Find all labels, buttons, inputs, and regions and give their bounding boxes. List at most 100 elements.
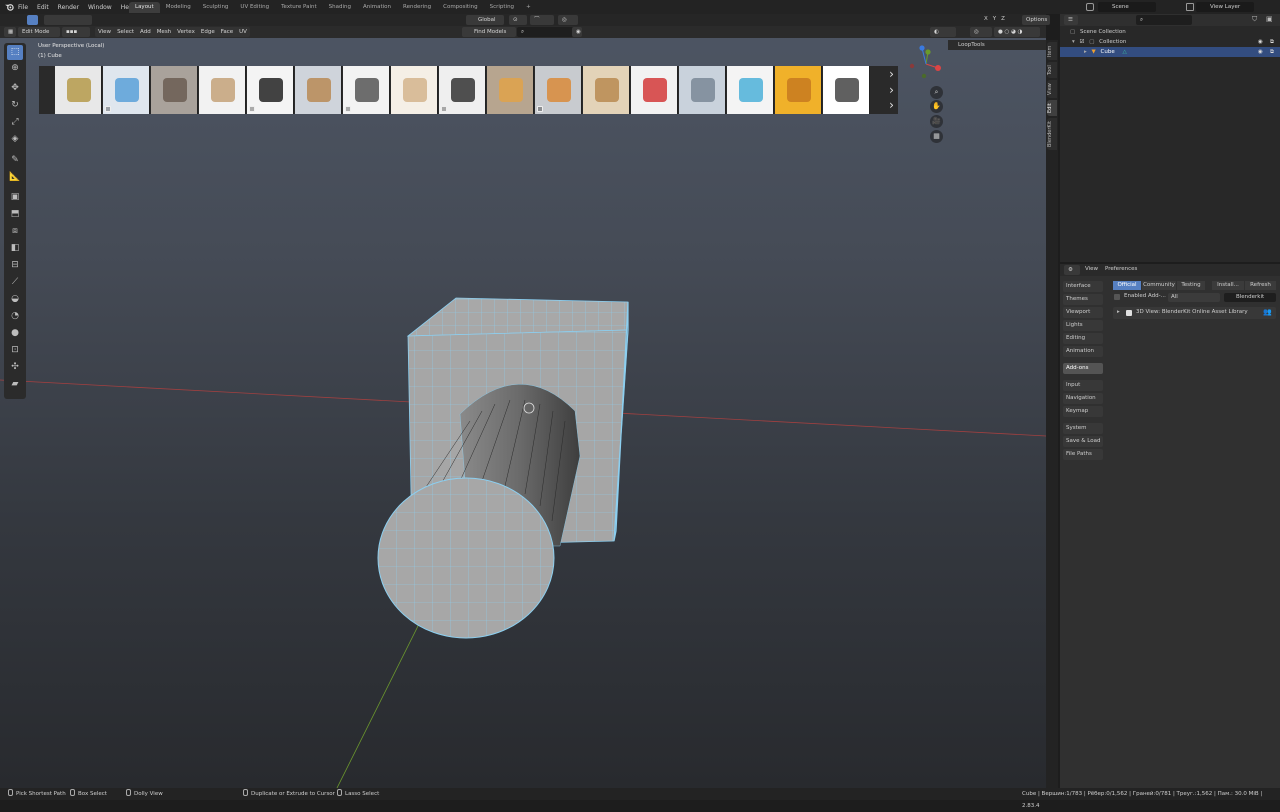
outliner-scene-collection[interactable]: ▢ Scene Collection	[1060, 27, 1280, 37]
visibility-icon[interactable]: ◐	[930, 27, 956, 37]
menu-file[interactable]: File	[18, 4, 28, 11]
asset-thumbnail-wooden-shelf[interactable]	[391, 66, 438, 114]
loop-cut-tool-icon[interactable]: ⊟	[7, 258, 23, 273]
asset-thumbnail-curved-shelf[interactable]	[199, 66, 246, 114]
mode-dropdown[interactable]: Edit Mode	[18, 27, 60, 37]
options-dropdown[interactable]: Options	[1022, 15, 1050, 25]
bevel-tool-icon[interactable]: ◧	[7, 241, 23, 256]
menu-select[interactable]: Select	[114, 29, 137, 35]
cube-render-icon[interactable]: ⧉	[1270, 47, 1274, 57]
prefs-nav-themes[interactable]: Themes	[1063, 294, 1103, 305]
outliner-search-input[interactable]: ⌕	[1136, 15, 1192, 25]
menu-add[interactable]: Add	[137, 29, 154, 35]
expand-arrow-icon[interactable]: ▸	[1117, 309, 1120, 315]
prefs-nav-viewport[interactable]: Viewport	[1063, 307, 1103, 318]
blender-logo-icon[interactable]	[5, 3, 14, 11]
find-models-button[interactable]: Find Models	[462, 27, 516, 37]
prefs-nav-keymap[interactable]: Keymap	[1063, 406, 1103, 417]
edge-slide-tool-icon[interactable]: ⊡	[7, 343, 23, 358]
outliner-editor-type-icon[interactable]: ☰	[1064, 15, 1078, 25]
tab-layout[interactable]: Layout	[129, 2, 160, 13]
asset-thumbnail-room-interior[interactable]	[151, 66, 198, 114]
asset-thumbnail-tv-monitor[interactable]	[247, 66, 294, 114]
prefs-nav-animation[interactable]: Animation	[1063, 346, 1103, 357]
side-tab-view[interactable]: View	[1047, 80, 1057, 98]
3d-viewport[interactable]: User Perspective (Local) (1) Cube	[0, 26, 1046, 788]
prefs-nav-interface[interactable]: Interface	[1063, 281, 1103, 292]
transform-tool-icon[interactable]: ◈	[7, 132, 23, 147]
tab-shading[interactable]: Shading	[323, 2, 357, 13]
select-mode-icons[interactable]: ▪▪▪	[62, 27, 90, 37]
asset-search-input[interactable]: ⌕	[517, 27, 575, 37]
cursor-tool-icon[interactable]: ⊕	[7, 61, 23, 76]
asset-thumbnail-volleyball[interactable]	[631, 66, 678, 114]
tab-modeling[interactable]: Modeling	[160, 2, 197, 13]
addon-search-input[interactable]: Blenderkit	[1224, 293, 1276, 302]
menu-vertex[interactable]: Vertex	[174, 29, 198, 35]
prefs-nav-lights[interactable]: Lights	[1063, 320, 1103, 331]
install-button[interactable]: Install...	[1212, 281, 1244, 290]
pan-hand-icon[interactable]: ✋	[930, 100, 943, 113]
asset-thumbnail-candy-bowl[interactable]	[727, 66, 774, 114]
shear-tool-icon[interactable]: ▰	[7, 377, 23, 392]
filter-icon[interactable]: ⛉	[1252, 15, 1257, 24]
asset-bar-last-icon[interactable]: ›	[885, 98, 898, 112]
asset-thumbnail-pipe-fitting[interactable]	[679, 66, 726, 114]
tab-rendering[interactable]: Rendering	[397, 2, 437, 13]
menu-face[interactable]: Face	[218, 29, 236, 35]
menu-uv[interactable]: UV	[236, 29, 250, 35]
overlay-icon[interactable]: ◎	[970, 27, 992, 37]
move-tool-icon[interactable]: ✥	[7, 81, 23, 96]
asset-thumbnail-coat-hanger[interactable]	[535, 66, 582, 114]
side-tab-edit[interactable]: Edit	[1047, 100, 1057, 116]
proportional-edit-icon[interactable]: ◎	[558, 15, 578, 25]
prefs-nav-navigation[interactable]: Navigation	[1063, 393, 1103, 404]
tab-sculpting[interactable]: Sculpting	[197, 2, 235, 13]
shrink-fatten-tool-icon[interactable]: ✣	[7, 360, 23, 375]
spin-tool-icon[interactable]: ◔	[7, 309, 23, 324]
prefs-nav-file-paths[interactable]: File Paths	[1063, 449, 1103, 460]
view-layer-selector[interactable]: View Layer	[1196, 2, 1254, 12]
looptools-panel[interactable]: LoopTools	[948, 40, 1046, 50]
zoom-icon[interactable]: ⌕	[930, 86, 943, 99]
cube-mesh[interactable]	[370, 297, 629, 646]
asset-thumbnail-tray-table[interactable]	[439, 66, 486, 114]
tab-animation[interactable]: Animation	[357, 2, 397, 13]
gizmo-z-axis[interactable]	[919, 45, 925, 51]
prefs-nav-add-ons[interactable]: Add-ons	[1063, 363, 1103, 374]
expand-arrow-icon[interactable]: ▾	[1072, 39, 1075, 45]
segment-community[interactable]: Community	[1142, 281, 1176, 290]
asset-thumbnail-pressure-gauges[interactable]	[55, 66, 102, 114]
select-box-tool-icon[interactable]: ⬚	[7, 45, 23, 60]
gizmo-x-axis[interactable]	[935, 65, 941, 71]
segment-testing[interactable]: Testing	[1177, 281, 1205, 290]
editor-type-icon[interactable]: ▦	[4, 27, 16, 37]
new-collection-icon[interactable]: ▣	[1266, 15, 1273, 23]
side-tab-blenderkit[interactable]: BlenderKit	[1047, 118, 1057, 150]
add-workspace-icon[interactable]: +	[520, 2, 537, 13]
collection-render-icon[interactable]: ⧉	[1270, 37, 1274, 47]
addon-row[interactable]: ▸ 3D View: BlenderKit Online Asset Libra…	[1113, 307, 1276, 319]
scene-selector[interactable]: Scene	[1098, 2, 1156, 12]
menu-window[interactable]: Window	[88, 4, 112, 11]
prefs-nav-editing[interactable]: Editing	[1063, 333, 1103, 344]
menu-render[interactable]: Render	[58, 4, 79, 11]
transform-orientation-dropdown[interactable]: Global	[466, 15, 504, 25]
prefs-nav-input[interactable]: Input	[1063, 380, 1103, 391]
refresh-button[interactable]: Refresh	[1245, 281, 1276, 290]
gizmo-y-axis[interactable]	[925, 49, 931, 55]
mirror-y[interactable]: Y	[993, 16, 996, 22]
asset-bar-next-icon[interactable]: ›	[885, 67, 898, 81]
scale-tool-icon[interactable]: ⤢	[7, 115, 23, 130]
mirror-x[interactable]: X	[984, 16, 988, 22]
menu-edge[interactable]: Edge	[198, 29, 218, 35]
perspective-toggle-icon[interactable]: ▦	[930, 130, 943, 143]
prefs-menu-view[interactable]: View	[1085, 266, 1098, 272]
prefs-nav-save-load[interactable]: Save & Load	[1063, 436, 1103, 447]
menu-mesh[interactable]: Mesh	[154, 29, 174, 35]
cube-visibility-icon[interactable]: ◉	[1258, 47, 1263, 57]
menu-edit[interactable]: Edit	[37, 4, 49, 11]
snap-icon[interactable]: ⌒	[530, 15, 554, 25]
pivot-icon[interactable]: ⊙	[509, 15, 527, 25]
tab-compositing[interactable]: Compositing	[437, 2, 483, 13]
